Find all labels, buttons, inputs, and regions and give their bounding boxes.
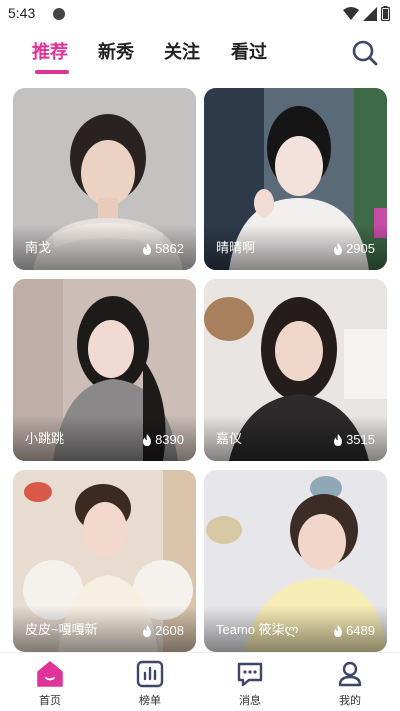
active-tab-indicator xyxy=(35,70,69,74)
tab-newcomer[interactable]: 新秀 xyxy=(98,38,134,64)
battery-icon xyxy=(381,6,390,21)
popularity-count: 6489 xyxy=(333,623,375,638)
streamer-card[interactable]: 皮皮~嘎嘎新 2608 xyxy=(13,470,196,652)
streamer-card[interactable]: Teamo 筱柒ლ 6489 xyxy=(204,470,387,652)
status-time: 5:43 xyxy=(8,5,36,21)
streamer-card[interactable]: 小跳跳 8390 xyxy=(13,279,196,461)
popularity-count: 3515 xyxy=(333,432,375,447)
streamer-card[interactable]: 南戈 5862 xyxy=(13,88,196,270)
chart-icon xyxy=(136,660,164,688)
nav-home-label: 首页 xyxy=(39,694,61,707)
flame-icon xyxy=(143,624,152,637)
popularity-count: 8390 xyxy=(142,432,184,447)
tab-following[interactable]: 关注 xyxy=(164,38,200,64)
notification-dot-icon xyxy=(53,8,65,20)
nav-profile-label: 我的 xyxy=(339,694,361,707)
flame-icon xyxy=(334,433,343,446)
flame-icon xyxy=(334,624,343,637)
streamer-card[interactable]: 晴晴啊 2905 xyxy=(204,88,387,270)
streamer-name: 晴晴啊 xyxy=(216,240,256,255)
status-bar: 5:43 xyxy=(0,0,400,28)
streamer-name: 南戈 xyxy=(25,240,52,255)
nav-ranking-label: 榜单 xyxy=(139,694,161,707)
wifi-icon xyxy=(343,6,359,20)
flame-icon xyxy=(143,242,152,255)
streamer-card[interactable]: 嘉仪 3515 xyxy=(204,279,387,461)
home-icon xyxy=(37,661,63,687)
popularity-count: 5862 xyxy=(142,241,184,256)
flame-icon xyxy=(334,242,343,255)
popularity-count: 2905 xyxy=(333,241,375,256)
top-tabs: 推荐 新秀 关注 看过 xyxy=(0,32,400,78)
nav-home[interactable]: 首页 xyxy=(20,659,80,708)
profile-icon xyxy=(338,661,362,687)
tab-history[interactable]: 看过 xyxy=(231,38,267,64)
signal-icon xyxy=(363,6,377,21)
nav-ranking[interactable]: 榜单 xyxy=(120,659,180,708)
streamer-name: Teamo 筱柒ლ xyxy=(216,622,299,637)
nav-profile[interactable]: 我的 xyxy=(320,659,380,708)
status-indicators xyxy=(343,6,390,21)
streamer-name: 小跳跳 xyxy=(25,431,65,446)
streamer-name: 皮皮~嘎嘎新 xyxy=(25,622,98,637)
nav-messages-label: 消息 xyxy=(239,694,261,707)
nav-messages[interactable]: 消息 xyxy=(220,659,280,708)
bottom-nav: 首页 榜单 消息 我的 xyxy=(0,652,400,711)
tab-recommend[interactable]: 推荐 xyxy=(32,38,68,64)
message-icon xyxy=(237,662,263,687)
streamer-name: 嘉仪 xyxy=(216,431,243,446)
popularity-count: 2608 xyxy=(142,623,184,638)
flame-icon xyxy=(143,433,152,446)
search-icon[interactable] xyxy=(350,38,380,68)
